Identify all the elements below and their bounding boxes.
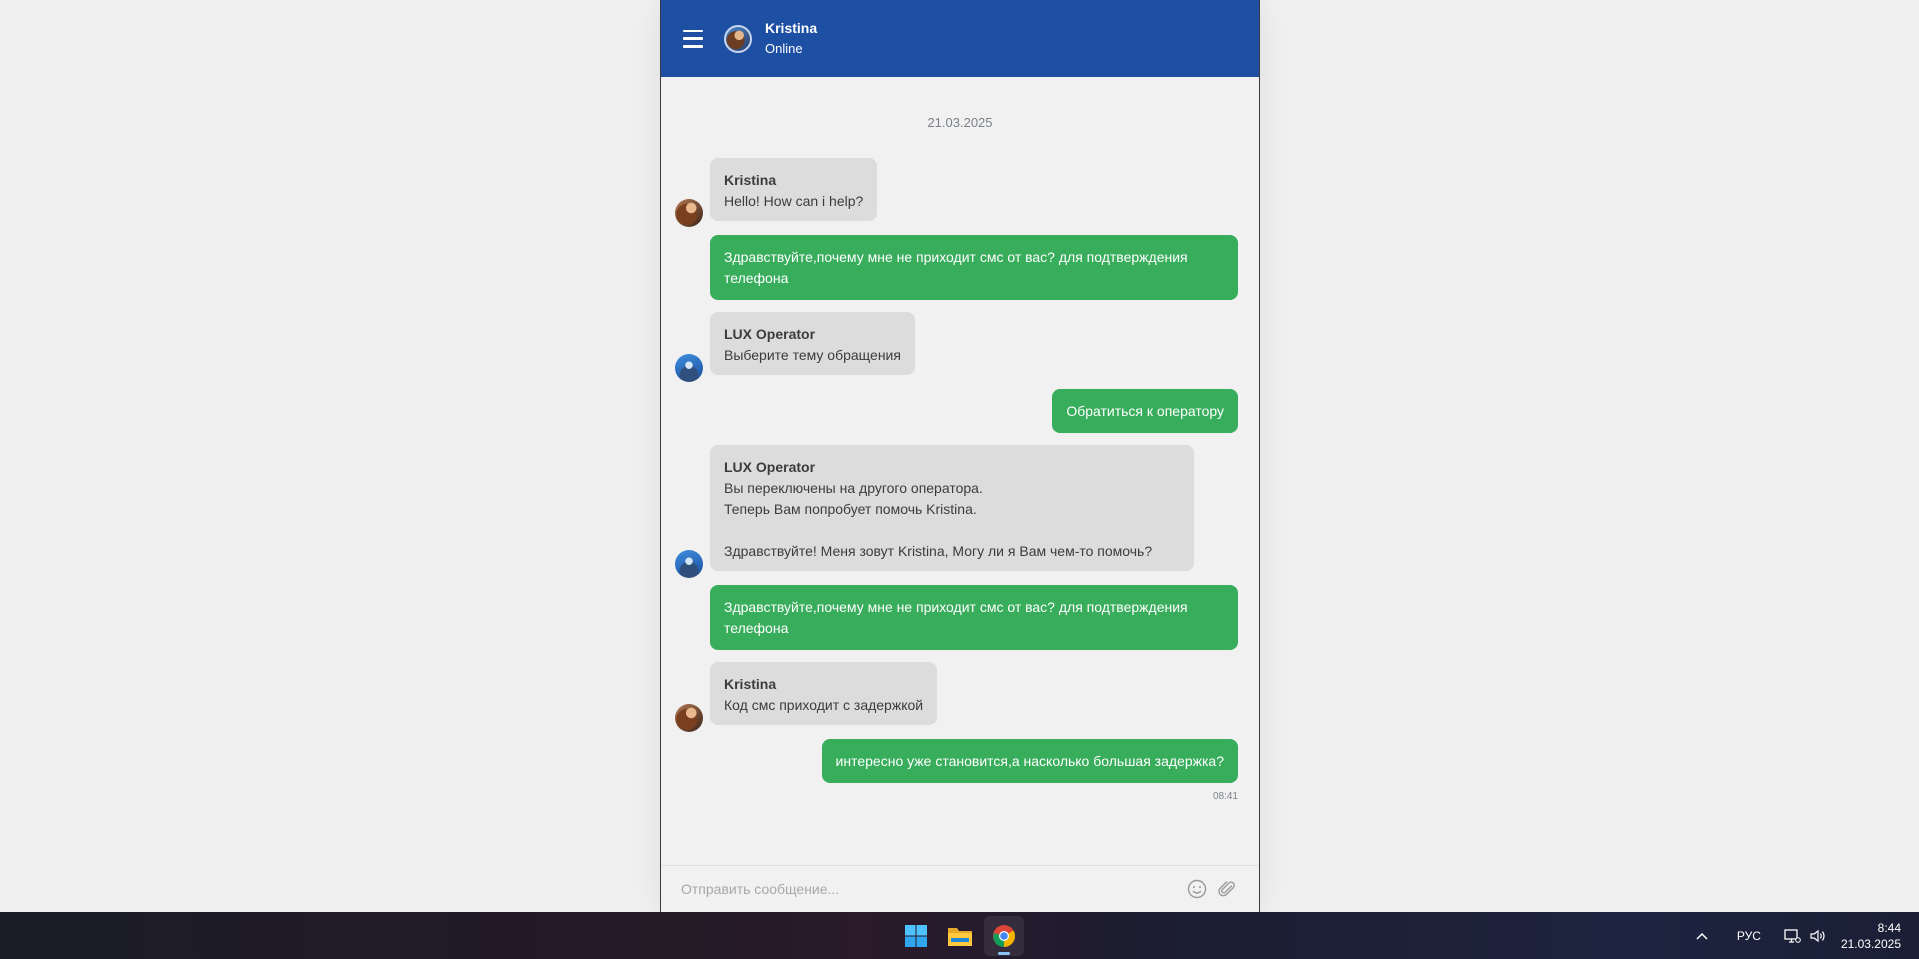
message-text: Обратиться к оператору [1066, 403, 1224, 419]
date-separator: 21.03.2025 [927, 115, 993, 130]
incoming-message: Kristina Hello! How can i help? [710, 158, 878, 221]
operator-avatar [675, 550, 703, 578]
start-icon[interactable] [896, 916, 936, 956]
message-author: LUX Operator [724, 459, 816, 475]
message-text: Hello! How can i help? [724, 193, 864, 209]
volume-icon[interactable] [1809, 928, 1827, 944]
attach-icon[interactable] [1215, 877, 1239, 901]
emoji-icon[interactable] [1185, 877, 1209, 901]
message-author: Kristina [724, 676, 777, 692]
incoming-message: LUX Operator Вы переключены на другого о… [710, 445, 1194, 571]
message-text: Код смс приходит с задержкой [724, 697, 924, 713]
message-author: LUX Operator [724, 326, 816, 342]
outgoing-message: Здравствуйте,почему мне не приходит смс … [710, 235, 1238, 300]
menu-icon[interactable] [683, 29, 703, 48]
kristina-avatar [675, 704, 703, 732]
agent-avatar [724, 24, 752, 53]
file-explorer-icon[interactable] [940, 916, 980, 956]
language-indicator[interactable]: РУС [1737, 929, 1761, 943]
message-text: интересно уже становится,а насколько бол… [835, 753, 1224, 769]
message-author: Kristina [724, 172, 777, 188]
message-input[interactable] [681, 881, 1179, 897]
outgoing-message: интересно уже становится,а насколько бол… [821, 739, 1238, 783]
message-text: Здравствуйте,почему мне не приходит смс … [724, 599, 1188, 636]
message-composer [661, 865, 1259, 912]
message-timestamp: 08:41 [1212, 791, 1238, 802]
agent-status: Online [765, 41, 803, 56]
incoming-message: Kristina Код смс приходит с задержкой [710, 662, 938, 725]
outgoing-message: Обратиться к оператору [1052, 389, 1238, 433]
taskbar: РУС 8:44 21.03.2025 [0, 912, 1919, 959]
operator-avatar [675, 354, 703, 382]
clock-date: 21.03.2025 [1840, 936, 1901, 951]
clock-time: 8:44 [1877, 920, 1901, 935]
message-text: Выберите тему обращения [724, 347, 901, 363]
chevron-up-icon[interactable] [1695, 931, 1709, 941]
chat-header: Kristina Online [661, 0, 1259, 77]
chrome-icon[interactable] [984, 915, 1024, 956]
incoming-message: LUX Operator Выберите тему обращения [710, 312, 915, 375]
kristina-avatar [675, 199, 703, 227]
agent-name: Kristina [765, 20, 818, 36]
network-icon[interactable] [1783, 928, 1801, 944]
message-text: Вы переключены на другого оператора. Теп… [724, 480, 1153, 559]
outgoing-message: Здравствуйте,почему мне не приходит смс … [710, 585, 1238, 650]
chat-widget: Kristina Online 21.03.2025 Kristina Hell… [660, 0, 1260, 912]
system-clock[interactable]: 8:44 21.03.2025 [1841, 920, 1901, 952]
message-text: Здравствуйте,почему мне не приходит смс … [724, 249, 1188, 286]
